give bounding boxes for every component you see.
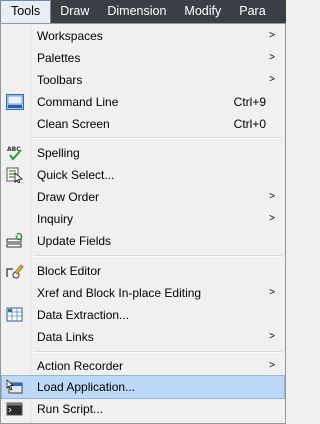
menu-separator [34,351,282,353]
menu-item-data-links[interactable]: Data Links > [2,326,284,348]
submenu-arrow-icon: > [269,30,275,41]
menu-item-workspaces[interactable]: Workspaces > [2,25,284,47]
shortcut-text: Ctrl+9 [233,95,266,109]
menu-item-action-recorder[interactable]: Action Recorder > [2,355,284,377]
shortcut-text: Ctrl+0 [233,117,266,131]
spelling-icon: ABC [6,145,24,161]
menu-item-update-fields[interactable]: Update Fields [2,230,284,252]
menu-item-draw-order[interactable]: Draw Order > [2,186,284,208]
submenu-arrow-icon: > [269,213,275,224]
submenu-arrow-icon: > [269,191,275,202]
command-line-icon [6,94,24,110]
menu-item-toolbars[interactable]: Toolbars > [2,69,284,91]
menu-item-xref-block-editing[interactable]: Xref and Block In-place Editing > [2,282,284,304]
menu-item-label: Update Fields [37,234,112,248]
menu-item-label: Workspaces [37,29,103,43]
menu-item-label: Clean Screen [37,117,110,131]
menu-item-palettes[interactable]: Palettes > [2,47,284,69]
menu-item-label: Xref and Block In-place Editing [37,286,202,300]
menu-item-label: Spelling [37,146,80,160]
menu-item-label: Command Line [37,95,119,109]
menu-item-label: Draw Order [37,190,100,204]
menu-item-quick-select[interactable]: Quick Select... [2,164,284,186]
menu-item-block-editor[interactable]: Block Editor [2,260,284,282]
menu-item-label: Palettes [37,51,81,65]
menu-tools[interactable]: Tools [0,0,52,23]
menu-item-label: Inquiry [37,212,74,226]
menu-item-label: Data Links [37,330,94,344]
submenu-arrow-icon: > [269,74,275,85]
menu-item-label: Block Editor [37,264,102,278]
menu-separator [34,137,282,139]
menu-item-label: Action Recorder [37,359,124,373]
menu-item-data-extraction[interactable]: Data Extraction... [2,304,284,326]
submenu-arrow-icon: > [269,52,275,63]
submenu-arrow-icon: > [269,331,275,342]
tools-dropdown-menu: Workspaces > Palettes > Toolbars > Comma… [0,23,286,424]
menu-item-label: Toolbars [37,73,83,87]
menu-modify[interactable]: Modify [175,0,230,23]
menu-item-clean-screen[interactable]: Clean Screen Ctrl+0 [2,113,284,135]
run-script-icon [6,401,24,417]
menu-item-command-line[interactable]: Command Line Ctrl+9 [2,91,284,113]
load-application-icon [6,379,24,395]
menu-item-label: Run Script... [37,402,104,416]
quick-select-icon [6,167,24,183]
menu-draw[interactable]: Draw [51,0,98,23]
menu-item-run-script[interactable]: Run Script... [2,398,284,420]
menu-item-label: Load Application... [37,380,136,394]
data-extraction-icon [6,307,24,323]
menu-item-label: Quick Select... [37,168,115,182]
menu-dimension[interactable]: Dimension [98,0,175,23]
menu-separator [34,255,282,257]
menu-parametric[interactable]: Para [230,0,274,23]
menu-bar: Tools Draw Dimension Modify Para [0,0,286,23]
submenu-arrow-icon: > [269,360,275,371]
menu-item-inquiry[interactable]: Inquiry > [2,208,284,230]
block-editor-icon [6,263,24,279]
menu-item-load-application[interactable]: Load Application... [1,375,285,399]
menu-item-label: Data Extraction... [37,308,130,322]
submenu-arrow-icon: > [269,287,275,298]
menu-item-spelling[interactable]: ABC Spelling [2,142,284,164]
update-fields-icon [6,233,24,249]
